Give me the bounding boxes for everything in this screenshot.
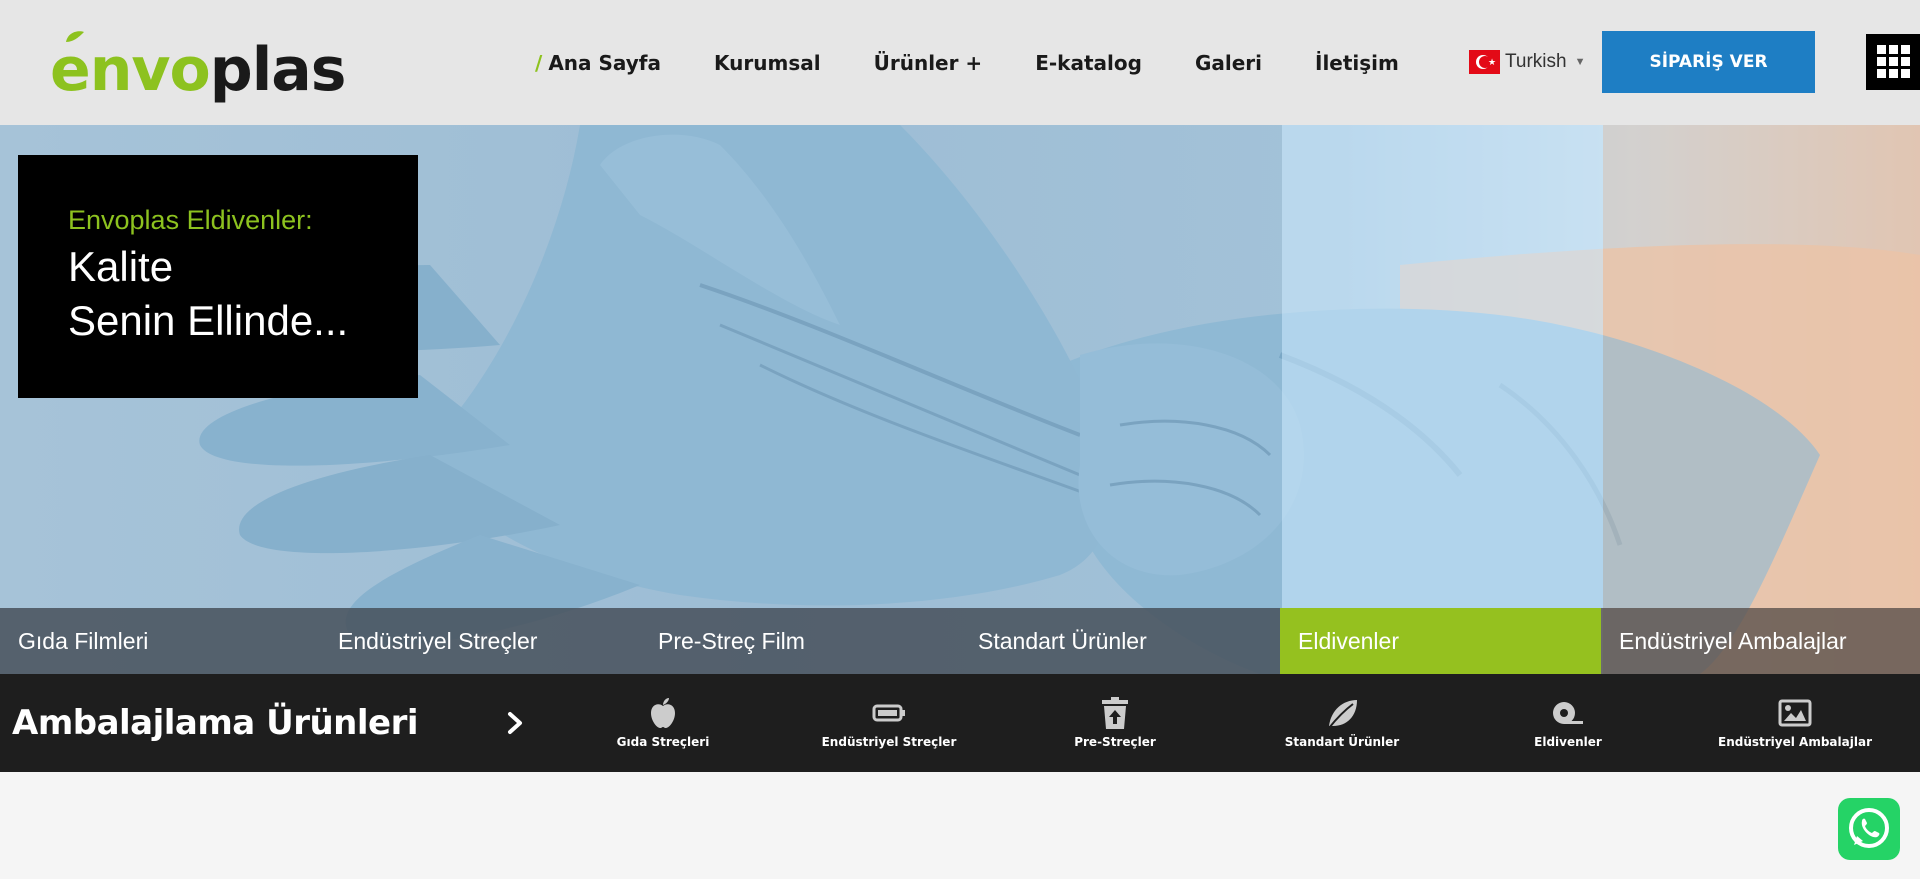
caption-subtitle: Envoplas Eldivenler: [68, 205, 313, 235]
product-label: Standart Ürünler [1284, 735, 1400, 749]
nav-item-kurumsal[interactable]: Kurumsal [714, 51, 821, 75]
caption-line-1: Kalite [68, 243, 174, 290]
logo-text-dark: plas [209, 35, 347, 105]
tape-roll-icon [1553, 702, 1583, 724]
product-label: Pre-Streçler [1074, 735, 1156, 749]
product-strip: Ambalajlama Ürünleri Gıda Streçleri Endü… [0, 674, 1920, 772]
caret-down-icon: ▼ [1574, 56, 1586, 68]
product-label: Endüstriyel Streçler [821, 735, 957, 749]
tab-endustriyel-ambalajlar[interactable]: Endüstriyel Ambalajlar [1601, 608, 1920, 674]
nav-item-urunler[interactable]: Ürünler + [874, 51, 983, 75]
product-label: Endüstriyel Ambalajlar [1718, 735, 1872, 749]
tab-endustriyel-strecler[interactable]: Endüstriyel Streçler [320, 608, 640, 674]
leaf-icon [66, 31, 84, 42]
language-label: Turkish [1505, 51, 1567, 72]
nav-item-e-katalog[interactable]: E-katalog [1035, 51, 1142, 75]
trash-upload-icon [1102, 697, 1128, 729]
main-nav: / Ana Sayfa Kurumsal Ürünler + E-katalog … [535, 0, 1452, 125]
nav-label: Ana Sayfa [548, 50, 662, 75]
whatsapp-icon[interactable] [1838, 798, 1900, 860]
product-endustriyel-strecler[interactable]: Endüstriyel Streçler [799, 696, 979, 756]
product-pre-strecler[interactable]: Pre-Streçler [1025, 696, 1205, 756]
product-gida-strecleri[interactable]: Gıda Streçleri [573, 696, 753, 756]
product-strip-title: Ambalajlama Ürünleri [12, 703, 419, 743]
battery-icon [872, 704, 905, 722]
grid-menu-icon[interactable] [1866, 34, 1920, 90]
image-icon [1778, 699, 1812, 727]
nav-item-iletisim[interactable]: İletişim [1315, 51, 1399, 75]
apple-icon [651, 698, 675, 728]
tab-gida-filmleri[interactable]: Gıda Filmleri [0, 608, 320, 674]
product-eldivenler[interactable]: Eldivenler [1478, 696, 1658, 756]
page-content [0, 772, 1920, 879]
logo-text-green: envo [50, 35, 211, 105]
hero-slider: Envoplas Eldivenler: Kalite Senin Ellind… [0, 125, 1920, 674]
tab-pre-strec-film[interactable]: Pre-Streç Film [640, 608, 960, 674]
product-standart-urunler[interactable]: Standart Ürünler [1252, 696, 1432, 756]
tab-standart-urunler[interactable]: Standart Ürünler [960, 608, 1280, 674]
product-endustriyel-ambalajlar[interactable]: Endüstriyel Ambalajlar [1705, 696, 1885, 756]
product-label: Eldivenler [1534, 735, 1602, 749]
slider-tabs: Gıda Filmleri Endüstriyel Streçler Pre-S… [0, 608, 1920, 674]
tab-eldivenler[interactable]: Eldivenler [1280, 608, 1601, 674]
site-header: envo plas / Ana Sayfa Kurumsal Ürünler + E… [0, 0, 1920, 125]
slide-overlay [1603, 125, 1920, 674]
active-slide-highlight [1282, 125, 1603, 674]
product-label: Gıda Streçleri [616, 735, 710, 749]
language-selector[interactable]: ★ Turkish ▼ [1469, 50, 1585, 74]
caption-line-2: Senin Ellinde... [68, 297, 349, 344]
nav-item-galeri[interactable]: Galeri [1195, 51, 1262, 75]
turkey-flag-icon: ★ [1469, 50, 1500, 74]
site-logo[interactable]: envo plas [50, 28, 347, 105]
order-button[interactable]: SİPARİŞ VER [1602, 31, 1815, 93]
hero-caption: Envoplas Eldivenler: Kalite Senin Ellind… [18, 155, 418, 398]
nav-item-ana-sayfa[interactable]: / Ana Sayfa [535, 51, 661, 75]
active-marker: / [535, 50, 543, 75]
chevron-right-icon[interactable] [500, 708, 530, 738]
leaf-icon [1328, 700, 1357, 729]
